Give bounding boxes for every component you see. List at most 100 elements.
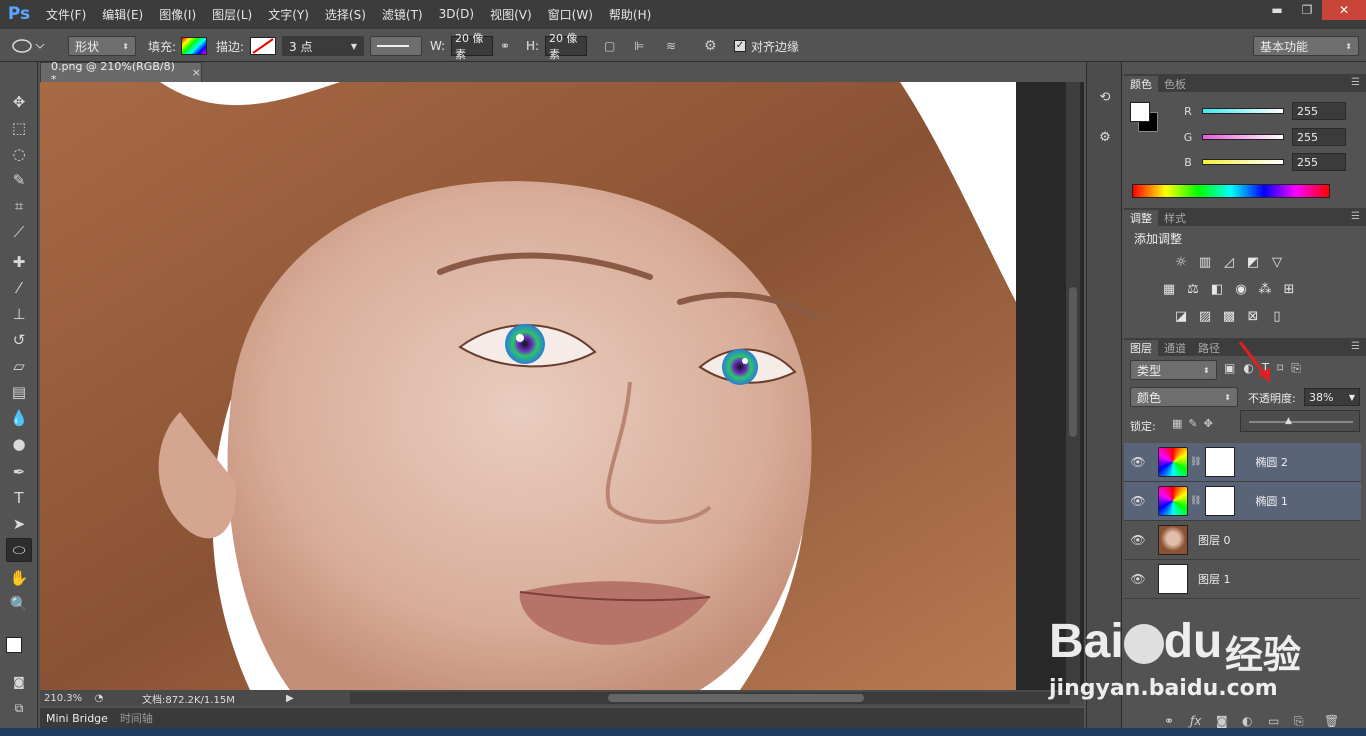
type-tool-icon[interactable]: T [6,486,32,510]
path-operations-icon[interactable]: ▢ [604,39,615,53]
status-info-icon[interactable]: ◔ [90,693,108,704]
dodge-tool-icon[interactable]: ● [6,432,32,456]
panel-menu-icon[interactable]: ☰ [1351,341,1360,352]
tab-color[interactable]: 颜色 [1124,76,1158,92]
exposure-icon[interactable]: ◩ [1244,254,1262,270]
color-spectrum-bar[interactable] [1132,184,1330,198]
layer-name[interactable]: 图层 0 [1198,532,1231,548]
history-brush-tool-icon[interactable]: ↺ [6,328,32,352]
document-photo[interactable] [40,82,1016,690]
tab-timeline[interactable]: 时间轴 [114,710,159,726]
eraser-tool-icon[interactable]: ▱ [6,354,32,378]
stroke-swatch[interactable] [250,37,276,55]
menu-filter[interactable]: 滤镜(T) [374,6,431,23]
restore-button[interactable]: ❐ [1292,0,1322,20]
workspace-dropdown[interactable]: 基本功能 ⬍ [1253,36,1359,56]
layer-row[interactable]: 👁 ⛓ 椭圆 1 [1124,482,1361,521]
quick-select-tool-icon[interactable]: ✎ [6,168,32,192]
clone-stamp-tool-icon[interactable]: ⊥ [6,302,32,326]
horizontal-scrollbar[interactable] [350,692,1070,704]
stroke-size-field[interactable]: 3 点 ▼ [282,36,364,56]
fx-icon[interactable]: ƒx [1190,714,1201,728]
link-layers-icon[interactable]: ⚭ [1164,714,1174,728]
menu-help[interactable]: 帮助(H) [601,6,659,23]
green-value[interactable]: 255 [1292,128,1346,146]
zoom-level[interactable]: 210.3% [40,693,90,704]
menu-image[interactable]: 图像(I) [151,6,204,23]
crop-tool-icon[interactable]: ⌗ [6,194,32,218]
color-balance-icon[interactable]: ⚖ [1184,281,1202,297]
invert-icon[interactable]: ◪ [1172,308,1190,324]
path-alignment-icon[interactable]: ⊫ [634,39,644,53]
scrollbar-thumb[interactable] [608,694,864,702]
path-select-tool-icon[interactable]: ➤ [6,512,32,536]
link-icon[interactable]: ⛓ [1190,496,1201,506]
hsl-icon[interactable]: ▦ [1160,281,1178,297]
foreground-color-swatch[interactable] [6,637,22,653]
gear-icon[interactable]: ⚙ [704,38,717,54]
document-tab[interactable]: 0.png @ 210%(RGB/8) * × [40,60,202,86]
tab-swatches[interactable]: 色板 [1158,76,1192,92]
threshold-icon[interactable]: ▩ [1220,308,1238,324]
quick-mask-icon[interactable]: ◙ [6,670,32,694]
eye-icon[interactable]: 👁 [1124,455,1152,469]
close-button[interactable]: ✕ [1322,0,1366,20]
menu-view[interactable]: 视图(V) [482,6,540,23]
tab-layers[interactable]: 图层 [1124,340,1158,356]
layer-row[interactable]: 👁 ⛓ 椭圆 2 [1124,443,1361,482]
history-panel-icon[interactable]: ⟲ [1094,86,1116,108]
tab-paths[interactable]: 路径 [1192,340,1226,356]
marquee-tool-icon[interactable]: ⬚ [6,116,32,140]
eye-icon[interactable]: 👁 [1124,572,1152,586]
photo-filter-icon[interactable]: ◉ [1232,281,1250,297]
menu-type[interactable]: 文字(Y) [260,6,317,23]
blue-slider[interactable] [1202,159,1284,165]
opacity-slider-popup[interactable]: ▲ [1240,410,1360,432]
color-foreground-swatch[interactable] [1130,102,1150,122]
layer-name[interactable]: 图层 1 [1198,571,1231,587]
layer-filter-dropdown[interactable]: 类型 ⬍ [1130,360,1217,380]
zoom-tool-icon[interactable]: 🔍 [6,592,32,616]
link-icon[interactable]: ⚭ [500,39,510,53]
green-slider[interactable] [1202,134,1284,140]
brightness-icon[interactable]: ☼ [1172,254,1190,270]
ellipse-tool-icon[interactable]: ⬭ [6,538,32,562]
add-mask-icon[interactable]: ◙ [1216,714,1228,728]
red-slider[interactable] [1202,108,1284,114]
posterize-icon[interactable]: ▨ [1196,308,1214,324]
mode-dropdown[interactable]: 形状 ⬍ [68,36,136,56]
layer-row[interactable]: 👁 图层 0 [1124,521,1361,560]
eyedropper-tool-icon[interactable]: ⟋ [6,220,32,244]
curves-icon[interactable]: ◿ [1220,254,1238,270]
layer-name[interactable]: 椭圆 2 [1255,454,1288,470]
menu-3d[interactable]: 3D(D) [431,7,482,21]
trash-icon[interactable]: 🗑 [1324,714,1339,728]
tab-channels[interactable]: 通道 [1158,340,1192,356]
eye-icon[interactable]: 👁 [1124,494,1152,508]
opacity-slider-handle[interactable]: ▲ [1285,416,1292,426]
fill-swatch[interactable] [181,37,207,55]
lock-icons[interactable]: ▦✎✥ [1172,417,1219,430]
screen-mode-icon[interactable]: ⧉ [6,696,32,720]
menu-select[interactable]: 选择(S) [317,6,374,23]
color-lookup-icon[interactable]: ⊞ [1280,281,1298,297]
tab-adjustments[interactable]: 调整 [1124,210,1158,226]
tab-mini-bridge[interactable]: Mini Bridge [40,712,114,725]
panel-menu-icon[interactable]: ☰ [1351,211,1360,222]
healing-brush-tool-icon[interactable]: ✚ [6,250,32,274]
layer-name[interactable]: 椭圆 1 [1255,493,1288,509]
status-menu-arrow-icon[interactable]: ▶ [286,693,294,704]
close-icon[interactable]: × [192,66,201,79]
new-adjustment-icon[interactable]: ◐ [1242,714,1252,728]
width-field[interactable]: 20 像素 [451,32,493,61]
link-icon[interactable]: ⛓ [1190,457,1201,467]
menu-file[interactable]: 文件(F) [38,6,94,23]
canvas-area[interactable] [40,82,1084,690]
bw-icon[interactable]: ◧ [1208,281,1226,297]
blur-tool-icon[interactable]: 💧 [6,406,32,430]
menu-edit[interactable]: 编辑(E) [94,6,151,23]
path-arrangement-icon[interactable]: ≋ [666,39,676,53]
channel-mixer-icon[interactable]: ⁂ [1256,281,1274,297]
tool-preset-picker[interactable] [10,35,46,57]
blue-value[interactable]: 255 [1292,153,1346,171]
